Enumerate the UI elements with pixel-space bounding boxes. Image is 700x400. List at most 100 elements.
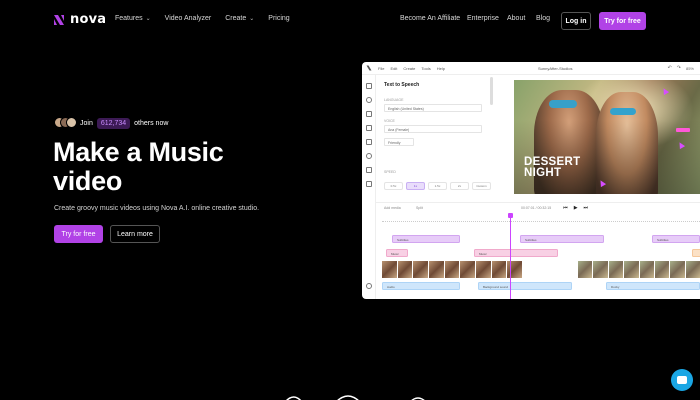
avatar-group [54, 117, 77, 129]
project-title[interactable]: SunnyAfter-Studios [538, 66, 572, 71]
voice-label: VOICE [384, 119, 395, 123]
style-select[interactable]: Friendly [384, 138, 414, 146]
zoom-level[interactable]: 85% [686, 66, 694, 71]
settings-icon[interactable] [366, 283, 372, 289]
play-icon[interactable]: ▶ [574, 205, 578, 211]
user-count-badge: 612,734 [96, 117, 131, 129]
text-icon[interactable] [366, 125, 372, 131]
language-select[interactable]: English (United States) [384, 104, 482, 112]
undo-icon[interactable]: ↶ [668, 65, 672, 71]
nav-features[interactable]: Features ⌄ [115, 15, 151, 22]
editor-preview: File Edit Create Tools Help SunnyAfter-S… [362, 62, 700, 299]
add-media-button[interactable]: Add media [384, 206, 401, 210]
subtitles-clip[interactable]: Subtitles [520, 235, 604, 243]
media-icon[interactable] [366, 83, 372, 89]
music-clip[interactable]: Music [474, 249, 558, 257]
try-free-hero-button[interactable]: Try for free [54, 225, 103, 243]
nav-pricing-label: Pricing [268, 15, 290, 22]
nav-links: Features ⌄ Video Analyzer Create ⌄ Pricing [115, 15, 304, 22]
skip-back-icon[interactable]: ⏮ [563, 205, 568, 211]
redo-icon[interactable]: ↷ [677, 65, 681, 71]
language-label: LANGUAGE [384, 98, 404, 102]
shapes-icon[interactable] [366, 139, 372, 145]
audio-clip[interactable]: Audio [382, 282, 460, 290]
speed-label: SPEED [384, 170, 396, 174]
avatar [66, 117, 77, 128]
image-icon[interactable] [366, 111, 372, 117]
music-clip[interactable]: Music [386, 249, 408, 257]
nav-create[interactable]: Create ⌄ [225, 15, 254, 22]
nav-create-label: Create [225, 15, 247, 22]
ai-icon[interactable] [366, 181, 372, 187]
editor-topbar: File Edit Create Tools Help SunnyAfter-S… [362, 62, 700, 75]
nav-pricing[interactable]: Pricing [268, 15, 289, 22]
timecode: 00:07:01 / 00:32:15 [521, 206, 552, 210]
audio-clip[interactable]: Background sound [478, 282, 572, 290]
skip-forward-icon[interactable]: ⏭ [584, 205, 589, 211]
nav-enterprise[interactable]: Enterprise [467, 15, 499, 22]
video-track[interactable] [578, 261, 700, 278]
chat-bubble-icon[interactable] [671, 369, 693, 391]
collab-tag [676, 128, 690, 132]
video-preview[interactable]: DESSERT NIGHT [514, 80, 700, 194]
audio-clip[interactable]: Ducky [606, 282, 700, 290]
panel-title: Text to Speech [384, 82, 420, 88]
hero-subtext: Create groovy music videos using Nova A.… [54, 205, 260, 212]
nav-blog[interactable]: Blog [536, 15, 550, 22]
speed-options: 0.5x 1x 1.5x 2x Custom [384, 182, 491, 190]
video-title-overlay[interactable]: DESSERT NIGHT [524, 156, 580, 179]
menu-file[interactable]: File [378, 66, 384, 71]
playback-controls: Add media Split 00:07:01 / 00:32:15 ⏮ ▶ … [376, 202, 700, 212]
music-icon[interactable] [366, 97, 372, 103]
nav-video-analyzer-label: Video Analyzer [164, 15, 212, 22]
chevron-down-icon: ⌄ [249, 16, 255, 22]
join-prefix: Join [80, 119, 93, 127]
brand-logo[interactable]: nova [53, 12, 106, 27]
editor-sidebar [362, 75, 376, 299]
join-suffix: others now [134, 119, 169, 127]
play-row: 00:07:01 / 00:32:15 ⏮ ▶ ⏭ [521, 205, 588, 211]
nav-features-label: Features [115, 15, 143, 22]
playhead[interactable] [510, 213, 511, 299]
timeline-ruler[interactable] [382, 216, 700, 222]
menu-help[interactable]: Help [437, 66, 445, 71]
nova-logo-icon [366, 65, 372, 71]
editor-menu: File Edit Create Tools Help [378, 66, 445, 71]
speed-option[interactable]: 1.5x [428, 182, 447, 190]
top-nav: nova Features ⌄ Video Analyzer Create ⌄ Pr… [0, 0, 700, 40]
menu-create[interactable]: Create [403, 66, 415, 71]
social-proof: Join 612,734 others now [54, 117, 168, 129]
hero-headline: Make a Music video [53, 138, 353, 196]
subtitles-clip[interactable]: Subtitles [392, 235, 460, 243]
learn-more-button[interactable]: Learn more [110, 225, 160, 243]
login-button[interactable]: Log in [561, 12, 591, 30]
playhead-handle[interactable] [508, 213, 513, 218]
nav-video-analyzer[interactable]: Video Analyzer [165, 15, 212, 22]
nova-logo-icon [54, 14, 64, 25]
video-track[interactable] [382, 261, 522, 278]
timeline: Subtitles Subtitles Subtitles Music Musi… [376, 213, 700, 299]
editor-topright: ↶ ↷ 85% [668, 65, 694, 71]
split-button[interactable]: Split [416, 206, 423, 210]
speed-option-selected[interactable]: 1x [406, 182, 425, 190]
voice-select[interactable]: Ana (Female) [384, 125, 482, 133]
decorative-arcs [285, 395, 425, 400]
headline-line1: Make a Music [53, 137, 224, 167]
nav-about[interactable]: About [507, 15, 525, 22]
subtitles-clip[interactable]: Subtitles [652, 235, 700, 243]
sunglasses [549, 100, 577, 108]
try-free-nav-button[interactable]: Try for free [599, 12, 646, 30]
layers-icon[interactable] [366, 167, 372, 173]
menu-tools[interactable]: Tools [421, 66, 430, 71]
speed-option[interactable]: Custom [472, 182, 491, 190]
music-clip[interactable] [692, 249, 700, 257]
speed-option[interactable]: 2x [450, 182, 469, 190]
effects-icon[interactable] [366, 153, 372, 159]
menu-edit[interactable]: Edit [390, 66, 397, 71]
speed-option[interactable]: 0.5x [384, 182, 403, 190]
panel-scrollbar[interactable] [490, 77, 493, 105]
chat-glyph [677, 376, 687, 384]
nav-affiliate[interactable]: Become An Affiliate [400, 15, 460, 22]
sunglasses [610, 108, 636, 115]
brand-name: nova [70, 12, 107, 27]
